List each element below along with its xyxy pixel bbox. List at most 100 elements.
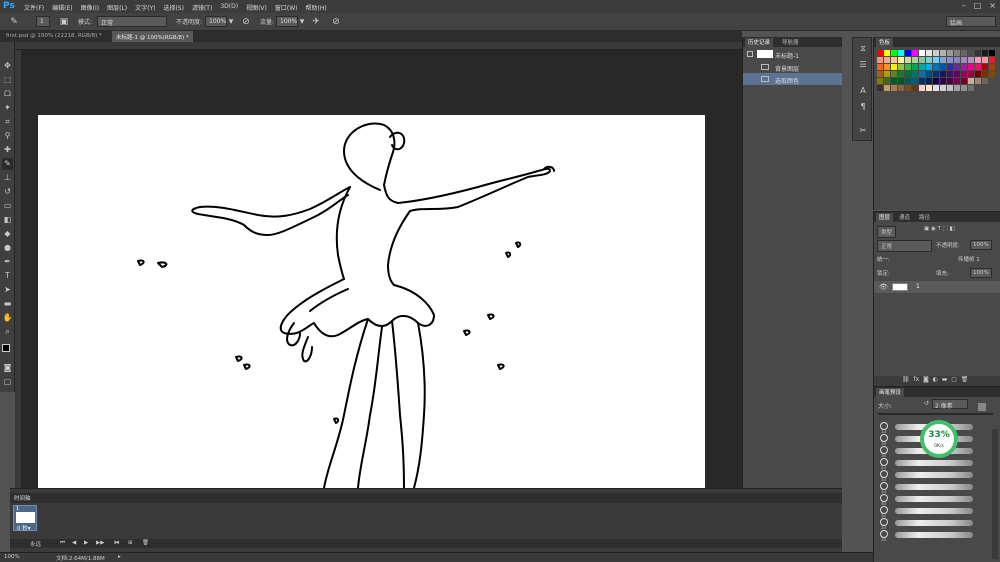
color-swatch[interactable] xyxy=(940,78,946,84)
screen-mode-icon[interactable]: ▢ xyxy=(2,376,13,388)
color-swatch[interactable] xyxy=(954,78,960,84)
menu-item[interactable]: 图像(I) xyxy=(81,3,99,12)
tab-layers[interactable]: 图层 xyxy=(876,213,894,222)
color-swatch[interactable] xyxy=(905,57,911,63)
status-arrow-icon[interactable]: ▸ xyxy=(118,554,121,560)
color-swatch[interactable] xyxy=(905,78,911,84)
menu-item[interactable]: 选择(S) xyxy=(163,3,184,12)
tab-brush-presets[interactable]: 画笔预设 xyxy=(876,388,905,397)
color-swatch[interactable] xyxy=(961,85,967,91)
minimize-icon[interactable]: – xyxy=(962,1,966,10)
duplicate-frame-icon[interactable]: ⊞ xyxy=(128,540,133,546)
hand-tool-icon[interactable]: ✋ xyxy=(2,312,13,324)
color-swatch[interactable] xyxy=(926,85,932,91)
color-swatch[interactable] xyxy=(884,57,890,63)
color-swatch[interactable] xyxy=(919,64,925,70)
color-swatch[interactable] xyxy=(968,71,974,77)
color-swatch[interactable] xyxy=(884,50,890,56)
path-select-icon[interactable]: ➤ xyxy=(2,284,13,296)
mode-select[interactable]: 正常 xyxy=(97,16,167,27)
color-swatch[interactable] xyxy=(968,57,974,63)
color-swatch[interactable] xyxy=(919,50,925,56)
color-swatch[interactable] xyxy=(982,71,988,77)
color-swatch[interactable] xyxy=(947,57,953,63)
brush-preset-row[interactable]: 40 xyxy=(877,493,992,506)
color-swatch[interactable] xyxy=(940,57,946,63)
color-swatch[interactable] xyxy=(982,64,988,70)
color-swatch[interactable] xyxy=(982,50,988,56)
eraser-tool-icon[interactable]: ▭ xyxy=(2,200,13,212)
brush-size-value[interactable]: 2 像素 xyxy=(932,399,968,410)
color-swatch[interactable] xyxy=(877,85,883,91)
opacity-input[interactable]: 100% xyxy=(205,16,227,27)
color-swatch[interactable] xyxy=(884,71,890,77)
airbrush-icon[interactable]: ✈ xyxy=(310,16,322,28)
color-swatch[interactable] xyxy=(905,64,911,70)
tab-untitled-1[interactable]: 未标题-1 @ 100%(RGB/8) * xyxy=(112,31,193,42)
color-swatch[interactable] xyxy=(905,50,911,56)
menu-item[interactable]: 图层(L) xyxy=(107,3,127,12)
color-swatch[interactable] xyxy=(877,57,883,63)
brush-panel-icon[interactable]: ▣ xyxy=(58,16,70,28)
foreground-color-swatch[interactable] xyxy=(2,344,10,352)
color-swatch[interactable] xyxy=(954,71,960,77)
document-canvas[interactable] xyxy=(38,115,705,488)
workspace-select[interactable]: 绘画 xyxy=(946,16,996,27)
color-swatch[interactable] xyxy=(933,78,939,84)
first-frame-icon[interactable]: ⏮ xyxy=(60,540,65,547)
brush-tool-active-icon[interactable]: ✎ xyxy=(2,158,13,170)
brush-preset-row[interactable]: 24 xyxy=(877,517,992,530)
stamp-tool-icon[interactable]: ⊥ xyxy=(2,172,13,184)
color-swatch[interactable] xyxy=(961,50,967,56)
color-swatch[interactable] xyxy=(884,64,890,70)
color-swatch[interactable] xyxy=(933,64,939,70)
color-swatch[interactable] xyxy=(884,78,890,84)
gradient-tool-icon[interactable]: ◧ xyxy=(2,214,13,226)
menu-item[interactable]: 编辑(E) xyxy=(52,3,72,12)
color-swatch[interactable] xyxy=(884,85,890,91)
tab-channels[interactable]: 通道 xyxy=(896,213,913,221)
color-swatch[interactable] xyxy=(926,50,932,56)
brush-preset-row[interactable]: 32 xyxy=(877,505,992,518)
color-swatch[interactable] xyxy=(982,57,988,63)
color-swatch[interactable] xyxy=(933,50,939,56)
layer-opacity-input[interactable]: 100% xyxy=(970,240,992,250)
color-swatch[interactable] xyxy=(912,71,918,77)
fx-icon[interactable]: fx xyxy=(913,376,919,383)
color-swatch[interactable] xyxy=(954,64,960,70)
color-swatch[interactable] xyxy=(940,64,946,70)
color-swatch[interactable] xyxy=(989,50,995,56)
fill-input[interactable]: 100% xyxy=(970,268,992,278)
brush-preset-row[interactable]: 33 xyxy=(877,469,992,482)
new-layer-icon[interactable]: ▢ xyxy=(951,376,957,383)
color-swatch[interactable] xyxy=(975,64,981,70)
zoom-tool-icon[interactable]: ⌕ xyxy=(2,326,13,338)
color-swatch[interactable] xyxy=(961,64,967,70)
color-swatch[interactable] xyxy=(940,50,946,56)
history-brush-icon[interactable]: ↺ xyxy=(2,186,13,198)
color-swatch[interactable] xyxy=(877,50,883,56)
play-icon[interactable]: ▶ xyxy=(84,540,88,546)
color-swatch[interactable] xyxy=(898,71,904,77)
color-swatch[interactable] xyxy=(940,71,946,77)
layer-filter-kind[interactable]: 类型 xyxy=(877,226,897,238)
color-swatch[interactable] xyxy=(891,50,897,56)
color-swatch[interactable] xyxy=(947,64,953,70)
color-swatch[interactable] xyxy=(891,78,897,84)
color-swatch[interactable] xyxy=(926,71,932,77)
color-swatch[interactable] xyxy=(968,85,974,91)
color-swatch[interactable] xyxy=(905,85,911,91)
tool-presets-icon[interactable]: ✂ xyxy=(858,126,868,136)
color-swatch[interactable] xyxy=(891,71,897,77)
color-swatch[interactable] xyxy=(919,78,925,84)
delete-frame-icon[interactable]: 🗑 xyxy=(142,540,149,546)
color-swatch[interactable] xyxy=(954,50,960,56)
color-swatch[interactable] xyxy=(989,71,995,77)
color-swatch[interactable] xyxy=(982,78,988,84)
color-swatch[interactable] xyxy=(912,85,918,91)
color-swatch[interactable] xyxy=(975,50,981,56)
eyedropper-tool-icon[interactable]: ⚲ xyxy=(2,130,13,142)
swatch-grid[interactable] xyxy=(877,50,997,150)
tab-history[interactable]: 历史记录 xyxy=(745,38,774,47)
quick-select-tool-icon[interactable]: ✦ xyxy=(2,102,13,114)
